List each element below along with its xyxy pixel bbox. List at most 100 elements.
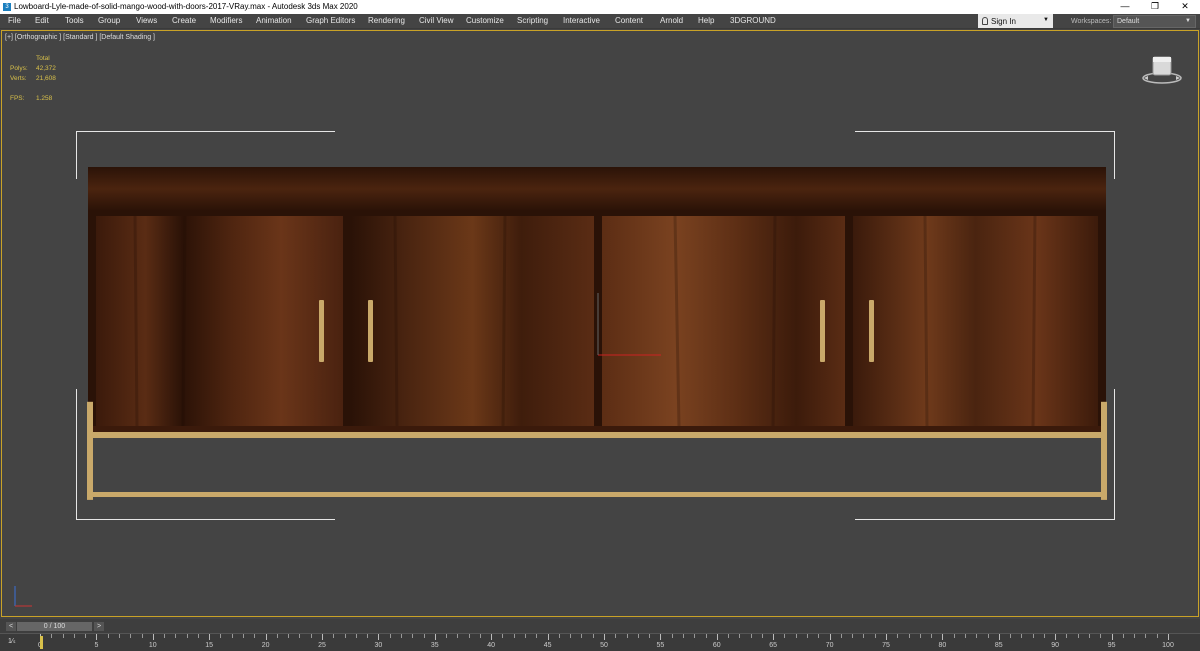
ruler-tick (953, 634, 955, 638)
ruler-tick (1156, 634, 1158, 638)
menu-views[interactable]: Views (136, 16, 157, 25)
ruler-tick (581, 634, 583, 638)
ruler-tick (412, 634, 414, 638)
menu-3dground[interactable]: 3DGROUND (730, 16, 776, 25)
ruler-tick (220, 634, 222, 638)
frame-ruler[interactable]: 0510152025303540455055606570758085909510… (38, 634, 1174, 651)
ruler-tick (919, 634, 921, 638)
menu-tools[interactable]: Tools (65, 16, 84, 25)
ruler-tick (626, 634, 628, 638)
ruler-tick-label: 40 (487, 642, 496, 649)
ruler-tick (1100, 634, 1102, 638)
menu-animation[interactable]: Animation (256, 16, 292, 25)
ruler-tick-label: 50 (600, 642, 608, 649)
lowboard-model[interactable] (75, 130, 1121, 523)
ruler-tick (197, 634, 199, 638)
workspaces-select[interactable]: Default ▼ (1113, 15, 1196, 28)
menu-arnold[interactable]: Arnold (660, 16, 683, 25)
ruler-tick (265, 634, 267, 640)
ruler-tick (400, 634, 402, 638)
title-bar: 3 Lowboard-Lyle-made-of-solid-mango-wood… (0, 0, 1200, 14)
ruler-tick-label: 20 (261, 642, 270, 649)
key-mode-icon[interactable]: 1⁄ₛ (8, 637, 24, 649)
menu-modifiers[interactable]: Modifiers (210, 16, 242, 25)
ruler-tick (378, 634, 380, 640)
workspaces-label: Workspaces: (1071, 18, 1112, 25)
door-1 (96, 216, 343, 426)
ruler-tick (807, 634, 809, 638)
ruler-tick-label: 75 (882, 642, 890, 649)
ruler-tick (536, 634, 538, 638)
sign-in-label: Sign In (991, 17, 1016, 26)
ruler-tick (660, 634, 662, 640)
menu-customize[interactable]: Customize (466, 16, 504, 25)
menu-content[interactable]: Content (615, 16, 643, 25)
menu-help[interactable]: Help (698, 16, 714, 25)
menu-civil-view[interactable]: Civil View (419, 16, 454, 25)
ruler-tick (987, 634, 989, 638)
bottom-panel (88, 426, 1106, 432)
stats-header: Total (36, 55, 50, 62)
viewport-orthographic[interactable]: [+] [Orthographic ] [Standard ] [Default… (1, 30, 1199, 617)
ruler-tick (231, 634, 233, 638)
menu-group[interactable]: Group (98, 16, 120, 25)
ruler-tick (908, 634, 910, 638)
track-bar[interactable]: 1⁄ₛ 051015202530354045505560657075808590… (0, 633, 1200, 651)
minimize-button[interactable]: — (1110, 0, 1140, 14)
current-frame-marker[interactable] (40, 636, 43, 649)
sign-in-button[interactable]: Sign In ▼ (978, 14, 1053, 28)
door-handle (820, 300, 825, 362)
ruler-tick-label: 45 (543, 642, 552, 649)
ruler-tick (547, 634, 549, 640)
ruler-tick-label: 30 (374, 642, 383, 649)
ruler-tick (152, 634, 154, 640)
ruler-tick (795, 634, 797, 638)
menu-create[interactable]: Create (172, 16, 196, 25)
verts-value: 21,608 (36, 75, 56, 82)
app-icon: 3 (3, 3, 11, 11)
ruler-tick (1032, 634, 1034, 638)
menu-rendering[interactable]: Rendering (368, 16, 405, 25)
ruler-tick (51, 634, 53, 638)
selection-bracket (855, 519, 1115, 520)
time-slider[interactable]: 0 / 100 (17, 622, 92, 631)
ruler-tick (310, 634, 312, 638)
ruler-tick (1111, 634, 1113, 640)
menu-graph-editors[interactable]: Graph Editors (306, 16, 355, 25)
door-3 (602, 216, 845, 426)
selection-bracket (76, 389, 77, 520)
time-slider-bar: < 0 / 100 > (0, 619, 1200, 633)
ruler-tick (344, 634, 346, 638)
ruler-tick (1145, 634, 1147, 638)
time-prev-button[interactable]: < (6, 622, 16, 631)
ruler-tick (682, 634, 684, 638)
ruler-tick (299, 634, 301, 638)
ruler-tick (209, 634, 211, 640)
viewport-label[interactable]: [+] [Orthographic ] [Standard ] [Default… (5, 34, 155, 41)
ruler-tick (976, 634, 978, 638)
menu-edit[interactable]: Edit (35, 16, 49, 25)
user-icon (982, 17, 988, 25)
ruler-tick (942, 634, 944, 640)
ruler-tick (671, 634, 673, 638)
menu-scripting[interactable]: Scripting (517, 16, 548, 25)
ruler-tick (705, 634, 707, 638)
restore-button[interactable]: ❐ (1140, 0, 1170, 14)
door-2 (351, 216, 594, 426)
menu-interactive[interactable]: Interactive (563, 16, 600, 25)
ruler-tick-label: 5 (94, 642, 99, 649)
ruler-tick-label: 10 (148, 642, 157, 649)
viewcube-icon[interactable] (1140, 51, 1184, 87)
close-button[interactable]: ✕ (1170, 0, 1200, 14)
ruler-tick (525, 634, 527, 638)
ruler-tick (1077, 634, 1079, 638)
ruler-tick-label: 55 (656, 642, 665, 649)
ruler-tick (502, 634, 504, 638)
ruler-tick (784, 634, 786, 638)
ruler-tick (457, 634, 459, 638)
menu-file[interactable]: File (8, 16, 21, 25)
ruler-tick (570, 634, 572, 638)
ruler-tick (118, 634, 120, 638)
ruler-tick (446, 634, 448, 638)
time-next-button[interactable]: > (94, 622, 104, 631)
